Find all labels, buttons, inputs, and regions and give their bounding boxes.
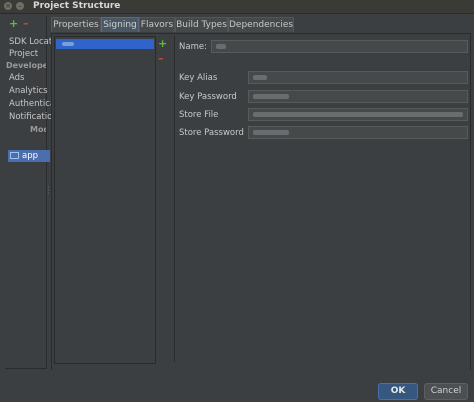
sidebar: + – SDK Location Project Developer Servi… <box>5 16 51 379</box>
sidebar-item-app-label: app <box>22 151 38 161</box>
dialog-footer: OK Cancel <box>0 370 474 402</box>
key-password-label: Key Password <box>179 92 237 102</box>
redacted-config-name <box>62 42 74 46</box>
tab-dependencies[interactable]: Dependencies <box>228 17 294 32</box>
tab-build-types[interactable]: Build Types <box>175 17 228 32</box>
close-window-button[interactable]: × <box>4 2 12 10</box>
minimize-window-button[interactable]: – <box>16 2 24 10</box>
ok-button[interactable]: OK <box>378 383 418 400</box>
list-item[interactable] <box>56 39 154 49</box>
name-label: Name: <box>179 42 207 52</box>
sidebar-item-notifications[interactable]: Notifications <box>9 112 51 122</box>
sidebar-section-modules: Modules <box>30 125 46 134</box>
tab-signing[interactable]: Signing <box>101 17 139 32</box>
signing-config-details: Name: Key Alias Key Password Store File … <box>174 36 469 362</box>
window-title: Project Structure <box>33 1 121 11</box>
redacted-value <box>253 94 289 99</box>
redacted-value <box>216 44 226 49</box>
sidebar-item-project[interactable]: Project <box>9 49 51 59</box>
store-file-field[interactable] <box>248 108 468 121</box>
tab-flavors[interactable]: Flavors <box>139 17 175 32</box>
store-password-field[interactable] <box>248 126 468 139</box>
remove-config-button[interactable]: – <box>158 52 164 65</box>
tab-properties[interactable]: Properties <box>51 17 101 32</box>
module-folder-icon <box>10 152 19 159</box>
key-password-field[interactable] <box>248 90 468 103</box>
signing-config-list[interactable] <box>54 36 156 364</box>
sidebar-section-developer-services: Developer Services <box>6 61 46 70</box>
redacted-value <box>253 75 267 80</box>
name-field[interactable] <box>211 40 468 53</box>
sidebar-item-authentication[interactable]: Authentication <box>9 99 51 109</box>
store-password-label: Store Password <box>179 128 244 138</box>
redacted-value <box>253 112 463 117</box>
cancel-button[interactable]: Cancel <box>424 383 468 400</box>
remove-module-button[interactable]: – <box>23 18 29 29</box>
sidebar-item-sdk-location[interactable]: SDK Location <box>9 37 51 47</box>
sidebar-item-ads[interactable]: Ads <box>9 73 51 83</box>
sidebar-item-app[interactable]: app <box>8 150 50 162</box>
redacted-value <box>253 130 289 135</box>
splitter-handle[interactable]: · · · <box>47 184 50 198</box>
store-file-label: Store File <box>179 110 219 120</box>
sidebar-item-analytics[interactable]: Analytics <box>9 86 51 96</box>
key-alias-field[interactable] <box>248 71 468 84</box>
title-bar: × – Project Structure <box>0 0 474 14</box>
add-config-button[interactable]: + <box>158 37 167 50</box>
add-module-button[interactable]: + <box>9 18 18 29</box>
key-alias-label: Key Alias <box>179 73 218 83</box>
